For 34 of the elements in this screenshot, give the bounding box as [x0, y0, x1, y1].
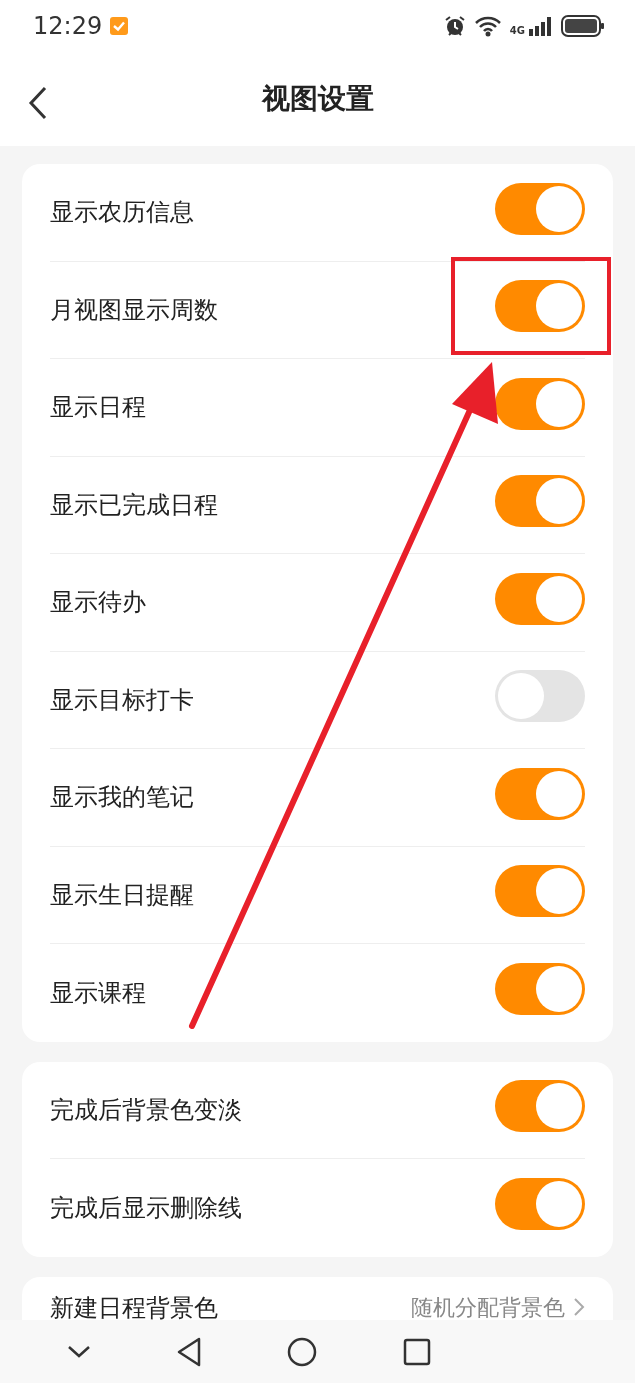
network-label: 4G: [509, 26, 525, 36]
setting-label: 显示生日提醒: [50, 879, 194, 911]
toggle-switch[interactable]: [495, 1178, 585, 1231]
setting-value[interactable]: 随机分配背景色: [411, 1294, 565, 1320]
chevron-icon: [573, 1297, 585, 1318]
toggle-switch[interactable]: [495, 767, 585, 820]
setting-label: 显示农历信息: [50, 197, 194, 229]
setting-label: 完成后背景色变淡: [50, 1094, 242, 1126]
toggle-switch[interactable]: [495, 865, 585, 918]
setting-label: 显示课程: [50, 977, 146, 1009]
toggle-switch[interactable]: [495, 377, 585, 430]
setting-label: 显示已完成日程: [50, 489, 218, 521]
toggle-switch[interactable]: [495, 1080, 585, 1133]
setting-label: 完成后显示删除线: [50, 1192, 242, 1224]
back-icon[interactable]: [28, 86, 48, 120]
battery-icon: [561, 15, 605, 37]
signal-icon: [529, 16, 553, 36]
wifi-icon: [473, 15, 502, 37]
setting-label: 月视图显示周数: [50, 294, 218, 326]
toggle-switch[interactable]: [495, 963, 585, 1016]
alarm-icon: [443, 15, 466, 37]
toggle-switch[interactable]: [495, 572, 585, 625]
setting-label: 显示待办: [50, 587, 146, 619]
status-time: 12:29: [33, 11, 103, 42]
toggle-switch[interactable]: [495, 475, 585, 528]
toggle-switch[interactable]: [495, 670, 585, 723]
toggle-switch[interactable]: [495, 280, 585, 333]
setting-label: 显示日程: [50, 392, 146, 424]
toggle-switch[interactable]: [495, 182, 585, 235]
setting-label: 显示目标打卡: [50, 684, 194, 716]
page-title: 视图设置: [261, 81, 374, 117]
setting-label: 显示我的笔记: [50, 782, 194, 814]
setting-label: 新建日程背景色: [50, 1294, 218, 1323]
notification-icon: [110, 17, 129, 35]
